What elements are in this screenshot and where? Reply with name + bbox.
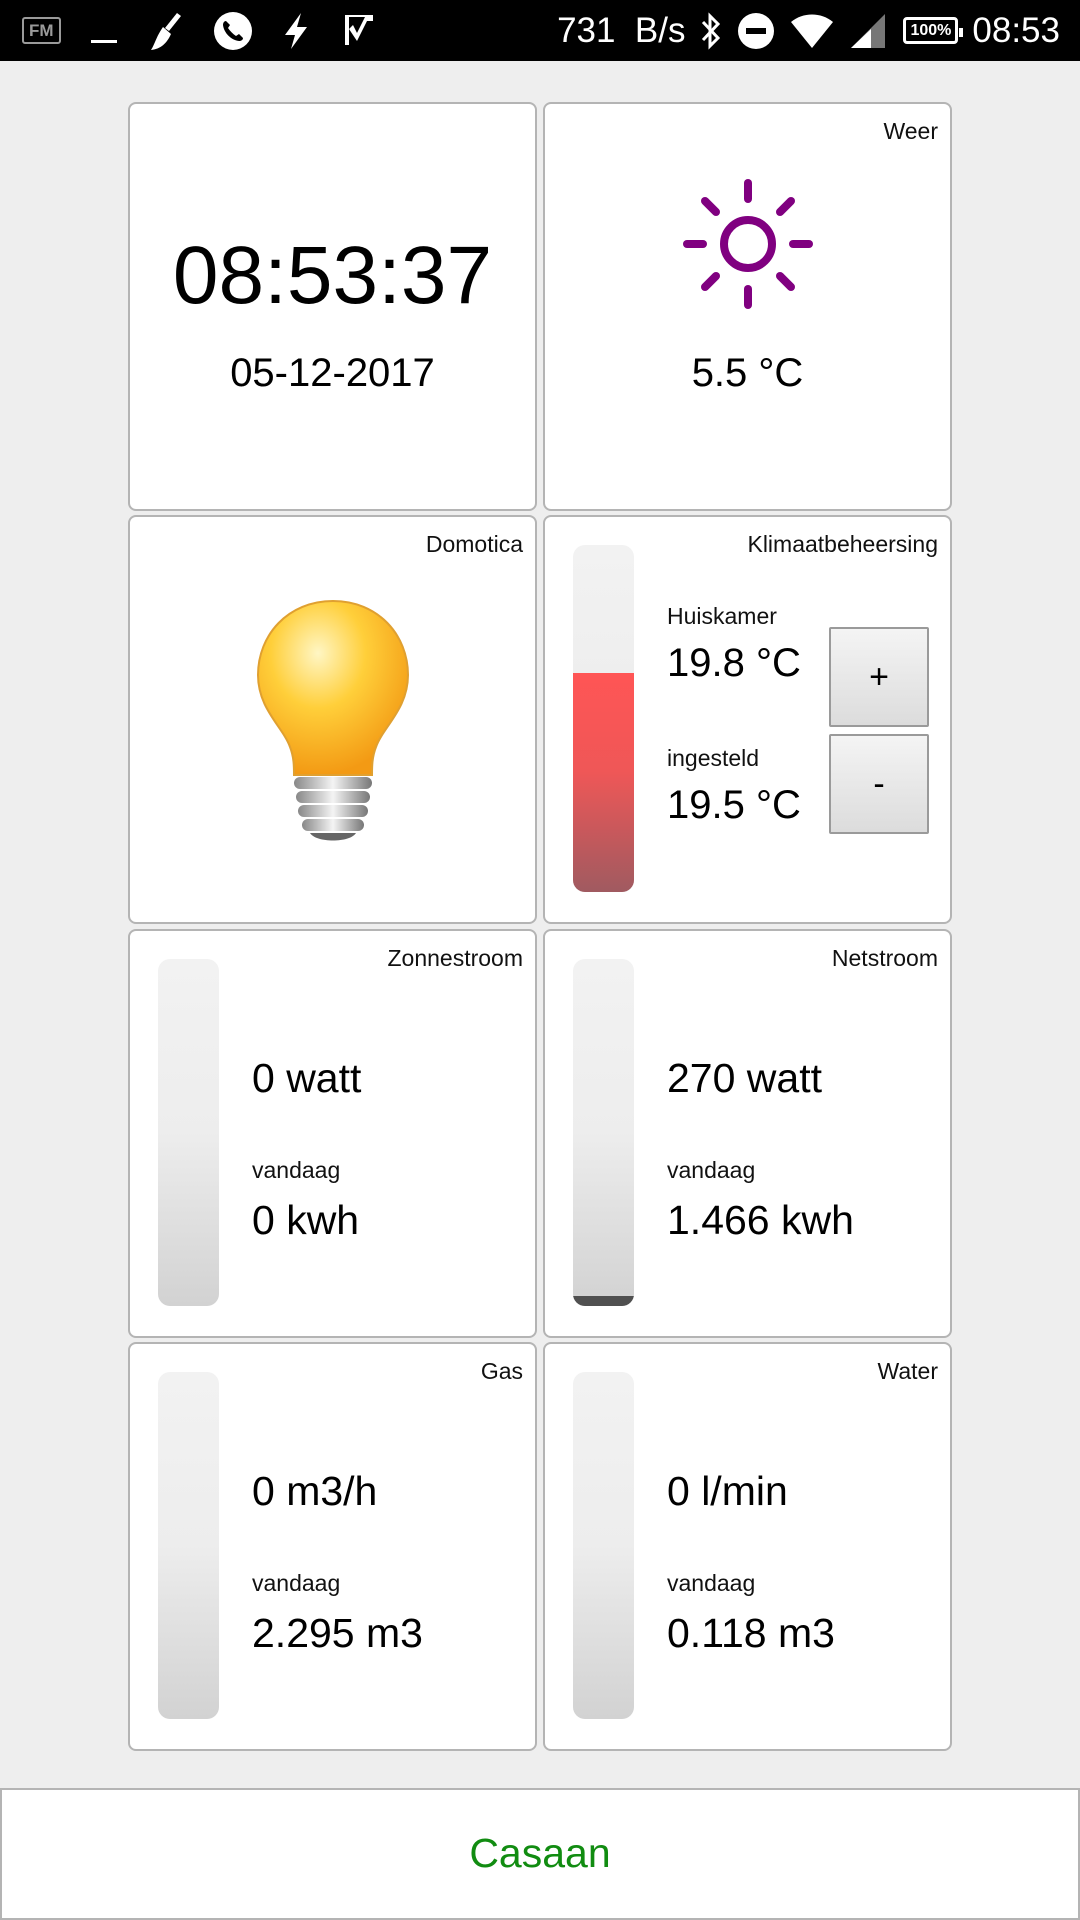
water-current: 0 l/min (667, 1468, 788, 1514)
grid-gauge-fill (573, 1295, 634, 1306)
climate-tile: Klimaatbeheersing Huiskamer 19.8 °C inge… (543, 515, 952, 924)
solar-current: 0 watt (252, 1055, 362, 1101)
water-tile[interactable]: Water 0 l/min vandaag 0.118 m3 (543, 1342, 952, 1751)
grid-tile[interactable]: Netstroom 270 watt vandaag 1.466 kwh (543, 929, 952, 1338)
solar-today-label: vandaag (252, 1157, 341, 1183)
broom-icon (147, 11, 185, 51)
water-today: 0.118 m3 (667, 1610, 835, 1656)
network-speed: 731 B/s (557, 10, 686, 50)
solar-tile[interactable]: Zonnestroom 0 watt vandaag 0 kwh (128, 929, 537, 1338)
climate-temperature-gauge (573, 545, 634, 892)
gas-tile[interactable]: Gas 0 m3/h vandaag 2.295 m3 (128, 1342, 537, 1751)
room-label: Huiskamer (667, 603, 777, 629)
climate-label: Klimaatbeheersing (747, 531, 938, 557)
solar-label: Zonnestroom (387, 945, 523, 971)
domotica-label: Domotica (425, 531, 523, 557)
light-bulb-icon (248, 597, 418, 852)
water-today-label: vandaag (667, 1570, 756, 1596)
clock-date: 05-12-2017 (230, 351, 435, 395)
cell-signal-icon (849, 12, 889, 50)
gas-today-label: vandaag (252, 1570, 341, 1596)
weather-tile[interactable]: Weer 5.5 °C (543, 102, 952, 511)
increase-setpoint-button[interactable]: + (829, 627, 929, 727)
weather-temperature: 5.5 °C (691, 351, 804, 395)
water-gauge (573, 1372, 634, 1719)
climate-gauge-fill (573, 673, 634, 892)
status-bar-right: 731 B/s 100% 08:53 (557, 0, 1060, 61)
sun-icon (683, 179, 813, 314)
clock-time: 08:53:37 (172, 230, 493, 321)
setpoint-temperature: 19.5 °C (667, 783, 801, 827)
battery-icon: 100% (903, 16, 964, 45)
grid-today: 1.466 kwh (667, 1197, 854, 1243)
footer-bar: Casaan (0, 1788, 1080, 1920)
gas-current: 0 m3/h (252, 1468, 378, 1514)
grid-current: 270 watt (667, 1055, 822, 1101)
weather-label: Weer (883, 118, 938, 144)
status-bar: FM 731 B/s 100% 08:53 (0, 0, 1080, 61)
wifi-icon (789, 12, 835, 50)
bluetooth-icon (699, 11, 723, 50)
gas-today: 2.295 m3 (252, 1610, 423, 1656)
gas-gauge (158, 1372, 219, 1719)
app-title: Casaan (469, 1830, 611, 1876)
fm-radio-icon: FM (22, 17, 61, 44)
grid-gauge (573, 959, 634, 1306)
phone-icon (213, 11, 253, 51)
grid-today-label: vandaag (667, 1157, 756, 1183)
status-time: 08:53 (972, 10, 1060, 50)
solar-gauge (158, 959, 219, 1306)
setpoint-label: ingesteld (667, 745, 760, 771)
room-temperature: 19.8 °C (667, 641, 801, 685)
domotica-tile[interactable]: Domotica (128, 515, 537, 924)
grid-label: Netstroom (831, 945, 938, 971)
flash-icon (281, 11, 311, 51)
checkmark-icon (339, 11, 379, 51)
water-label: Water (877, 1358, 939, 1384)
minimize-icon (89, 16, 119, 46)
clock-tile: 08:53:37 05-12-2017 (128, 102, 537, 511)
solar-today: 0 kwh (252, 1197, 360, 1243)
status-bar-left: FM (22, 0, 379, 61)
decrease-setpoint-button[interactable]: - (829, 734, 929, 834)
gas-label: Gas (480, 1358, 523, 1384)
do-not-disturb-icon (737, 12, 775, 50)
